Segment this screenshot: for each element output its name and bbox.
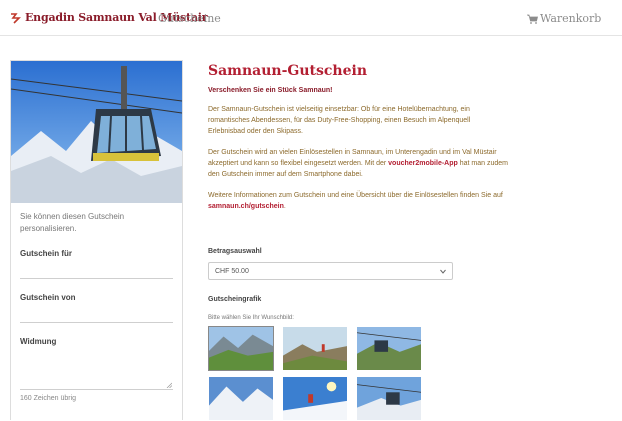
voucher-from-input[interactable]	[20, 322, 173, 323]
personalize-hint: Sie können diesen Gutschein personalisie…	[20, 212, 125, 233]
brand-logo-icon	[11, 12, 21, 24]
amount-selected-value: CHF 50.00	[215, 268, 249, 275]
chars-remaining: 160 Zeichen übrig	[20, 395, 77, 402]
voucher-image-option[interactable]	[282, 326, 348, 371]
intro-paragraph: Der Samnaun-Gutschein ist vielseitig ein…	[208, 106, 471, 135]
info-paragraph: Weitere Informationen zum Gutschein und …	[208, 190, 508, 212]
info-text-b: .	[283, 203, 286, 210]
cart-link[interactable]: Warenkorb	[527, 12, 601, 25]
dedication-textarea[interactable]	[20, 354, 173, 390]
hero-gondola-image	[11, 61, 182, 203]
voucher-image-option[interactable]	[208, 326, 274, 371]
page-subtitle: Verschenken Sie ein Stück Samnaun!	[208, 87, 333, 94]
chevron-down-icon	[440, 269, 446, 274]
voucher-image-option[interactable]	[282, 376, 348, 421]
info-text-a: Weitere Informationen zum Gutschein und …	[208, 192, 503, 199]
cart-label: Warenkorb	[540, 12, 602, 25]
voucher-details: Samnaun-Gutschein Verschenken Sie ein St…	[208, 60, 508, 421]
voucher2mobile-link[interactable]: voucher2mobile-App	[388, 160, 458, 167]
resize-grip-icon[interactable]	[166, 382, 172, 388]
amount-select[interactable]: CHF 50.00	[208, 262, 453, 280]
samnaun-gutschein-link[interactable]: samnaun.ch/gutschein	[208, 203, 284, 210]
acceptance-paragraph: Der Gutschein wird an vielen Einlösestel…	[208, 147, 508, 180]
top-navbar: Engadin Samnaun Val Müstair Gutscheine W…	[0, 0, 622, 36]
hiking-summit-image	[283, 327, 347, 370]
voucher-for-input[interactable]	[20, 278, 173, 279]
voucher-from-label: Gutschein von	[20, 293, 76, 302]
dedication-label: Widmung	[20, 337, 57, 346]
summer-gondola-image	[357, 327, 421, 370]
grafik-label: Gutscheingrafik	[208, 296, 262, 303]
mountain-valley-image	[209, 327, 273, 370]
voucher-for-label: Gutschein für	[20, 249, 73, 258]
voucher-image-option[interactable]	[208, 376, 274, 421]
nav-vouchers-link[interactable]: Gutscheine	[158, 12, 221, 25]
page-title: Samnaun-Gutschein	[208, 63, 368, 79]
personalization-card: Sie können diesen Gutschein personalisie…	[10, 60, 183, 420]
grafik-hint: Bitte wählen Sie Ihr Wunschbild:	[208, 315, 294, 321]
skier-image	[283, 377, 347, 420]
amount-label: Betragsauswahl	[208, 248, 262, 255]
cart-icon	[527, 14, 538, 24]
voucher-image-option[interactable]	[356, 326, 422, 371]
snowy-peaks-image	[209, 377, 273, 420]
winter-gondola-image	[357, 377, 421, 420]
voucher-image-option[interactable]	[356, 376, 422, 421]
